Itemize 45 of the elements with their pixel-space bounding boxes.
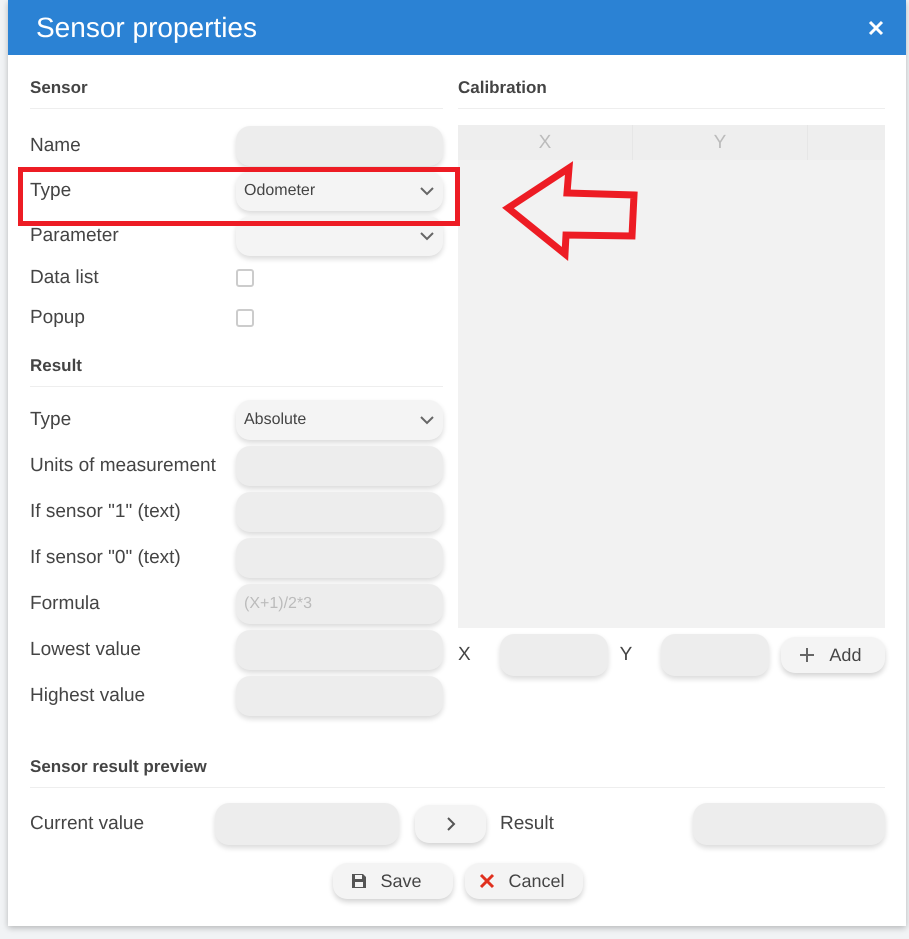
field-label: Type xyxy=(30,409,72,431)
caret-icon xyxy=(419,230,435,240)
text-field[interactable] xyxy=(236,676,443,716)
text-field[interactable] xyxy=(236,538,443,578)
field-label: If sensor "0" (text) xyxy=(30,547,182,569)
section-heading: Result xyxy=(30,355,443,387)
field-label: Lowest value xyxy=(30,639,142,661)
section-heading: Sensor result preview xyxy=(30,756,885,788)
window-title: Sensor properties xyxy=(36,12,258,44)
save-button[interactable]: Save xyxy=(332,863,452,899)
field-label: Highest value xyxy=(30,685,146,707)
close-icon xyxy=(478,873,494,889)
dropdown[interactable]: Odometer xyxy=(236,170,443,210)
cancel-button[interactable]: Cancel xyxy=(464,863,582,899)
text-field[interactable] xyxy=(236,492,443,532)
caret-icon xyxy=(419,415,435,425)
text-field[interactable] xyxy=(215,803,399,845)
checkbox[interactable] xyxy=(236,269,254,287)
field-label: Formula xyxy=(30,593,101,615)
checkbox[interactable] xyxy=(236,309,254,327)
field-label: If sensor "1" (text) xyxy=(30,501,182,523)
field-label: Data list xyxy=(30,267,100,289)
text-field[interactable] xyxy=(500,634,608,676)
section-heading: Sensor xyxy=(30,77,443,109)
field-label: Name xyxy=(30,134,82,156)
text-field[interactable] xyxy=(236,126,443,166)
text-field[interactable] xyxy=(236,630,443,670)
text-field[interactable] xyxy=(661,634,770,676)
calculate-button[interactable] xyxy=(415,805,486,843)
field-label: Result xyxy=(500,813,555,835)
caret-icon xyxy=(419,186,435,196)
close-icon[interactable] xyxy=(868,20,884,36)
plus-icon xyxy=(799,647,816,663)
field-label: Current value xyxy=(30,813,146,835)
field-label: X xyxy=(458,644,472,666)
field-label: Parameter xyxy=(30,224,120,246)
field-label: Units of measurement xyxy=(30,455,217,477)
field-label: Popup xyxy=(30,307,86,329)
add-button[interactable]: Add xyxy=(781,637,885,673)
section-heading: Calibration xyxy=(458,77,885,109)
field-label: Type xyxy=(30,180,72,202)
text-field[interactable] xyxy=(236,446,443,486)
text-field[interactable] xyxy=(693,803,885,845)
dropdown[interactable]: Absolute xyxy=(236,400,443,440)
field-label: Y xyxy=(620,644,634,666)
